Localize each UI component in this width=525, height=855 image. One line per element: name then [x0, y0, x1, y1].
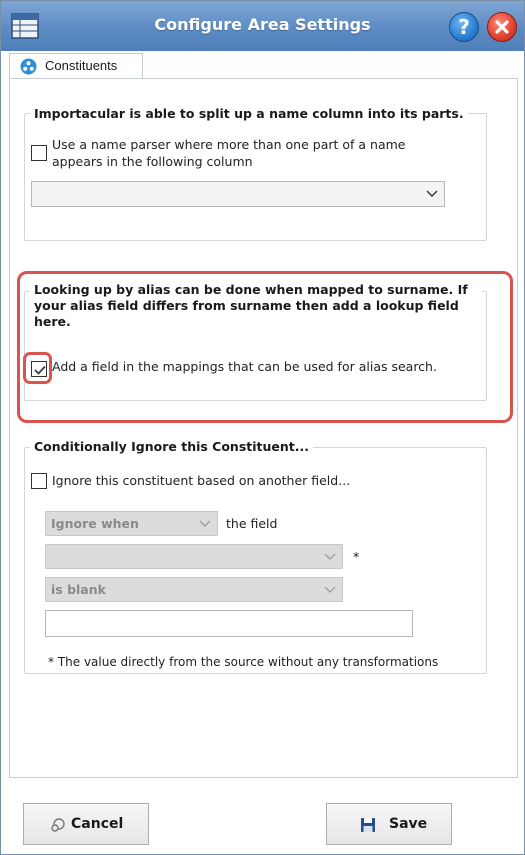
chevron-down-icon	[324, 586, 336, 593]
tab-constituents[interactable]: Constituents	[9, 53, 143, 79]
ignore-operator-value: is blank	[51, 582, 106, 597]
tab-content-panel: Importacular is able to split up a name …	[9, 78, 518, 778]
alias-checkbox-highlight	[23, 352, 52, 384]
required-asterisk: *	[353, 549, 360, 564]
configure-area-settings-window: Configure Area Settings ? Constituents I…	[0, 0, 525, 855]
name-column-select[interactable]	[31, 181, 445, 207]
tab-label: Constituents	[45, 58, 118, 73]
chevron-down-icon	[324, 553, 336, 560]
chevron-down-icon	[199, 520, 211, 527]
window-title: Configure Area Settings	[154, 15, 371, 34]
ignore-condition-select[interactable]: Ignore when	[45, 511, 218, 536]
tab-strip: Constituents	[1, 51, 524, 79]
ignore-condition-value: Ignore when	[51, 516, 139, 531]
source-value-footnote: * The value directly from the source wit…	[48, 655, 439, 669]
help-icon[interactable]: ?	[449, 12, 479, 42]
save-button-label: Save	[389, 816, 428, 832]
ignore-value-input[interactable]	[45, 610, 413, 637]
constituents-icon	[20, 58, 37, 75]
save-disk-icon	[361, 818, 375, 832]
ignore-constituent-checkbox-label: Ignore this constituent based on another…	[52, 473, 351, 488]
name-parser-legend: Importacular is able to split up a name …	[30, 106, 468, 121]
conditional-ignore-legend: Conditionally Ignore this Constituent...	[30, 439, 314, 454]
cancel-icon	[51, 818, 65, 832]
title-bar: Configure Area Settings ?	[1, 1, 524, 51]
ignore-field-select[interactable]	[45, 544, 343, 569]
cancel-button[interactable]: Cancel	[23, 803, 149, 845]
name-parser-checkbox-label: Use a name parser where more than one pa…	[52, 137, 406, 169]
close-icon[interactable]	[487, 12, 517, 42]
dialog-button-bar: Cancel Save	[1, 778, 524, 854]
save-button[interactable]: Save	[326, 803, 452, 845]
cancel-button-label: Cancel	[71, 816, 124, 832]
the-field-label: the field	[226, 516, 278, 531]
ignore-constituent-checkbox[interactable]	[31, 473, 47, 489]
name-parser-checkbox[interactable]	[31, 145, 47, 161]
name-parser-group	[24, 113, 487, 241]
chevron-down-icon	[426, 190, 438, 197]
ignore-operator-select[interactable]: is blank	[45, 577, 343, 602]
alias-highlight-box	[17, 271, 513, 423]
